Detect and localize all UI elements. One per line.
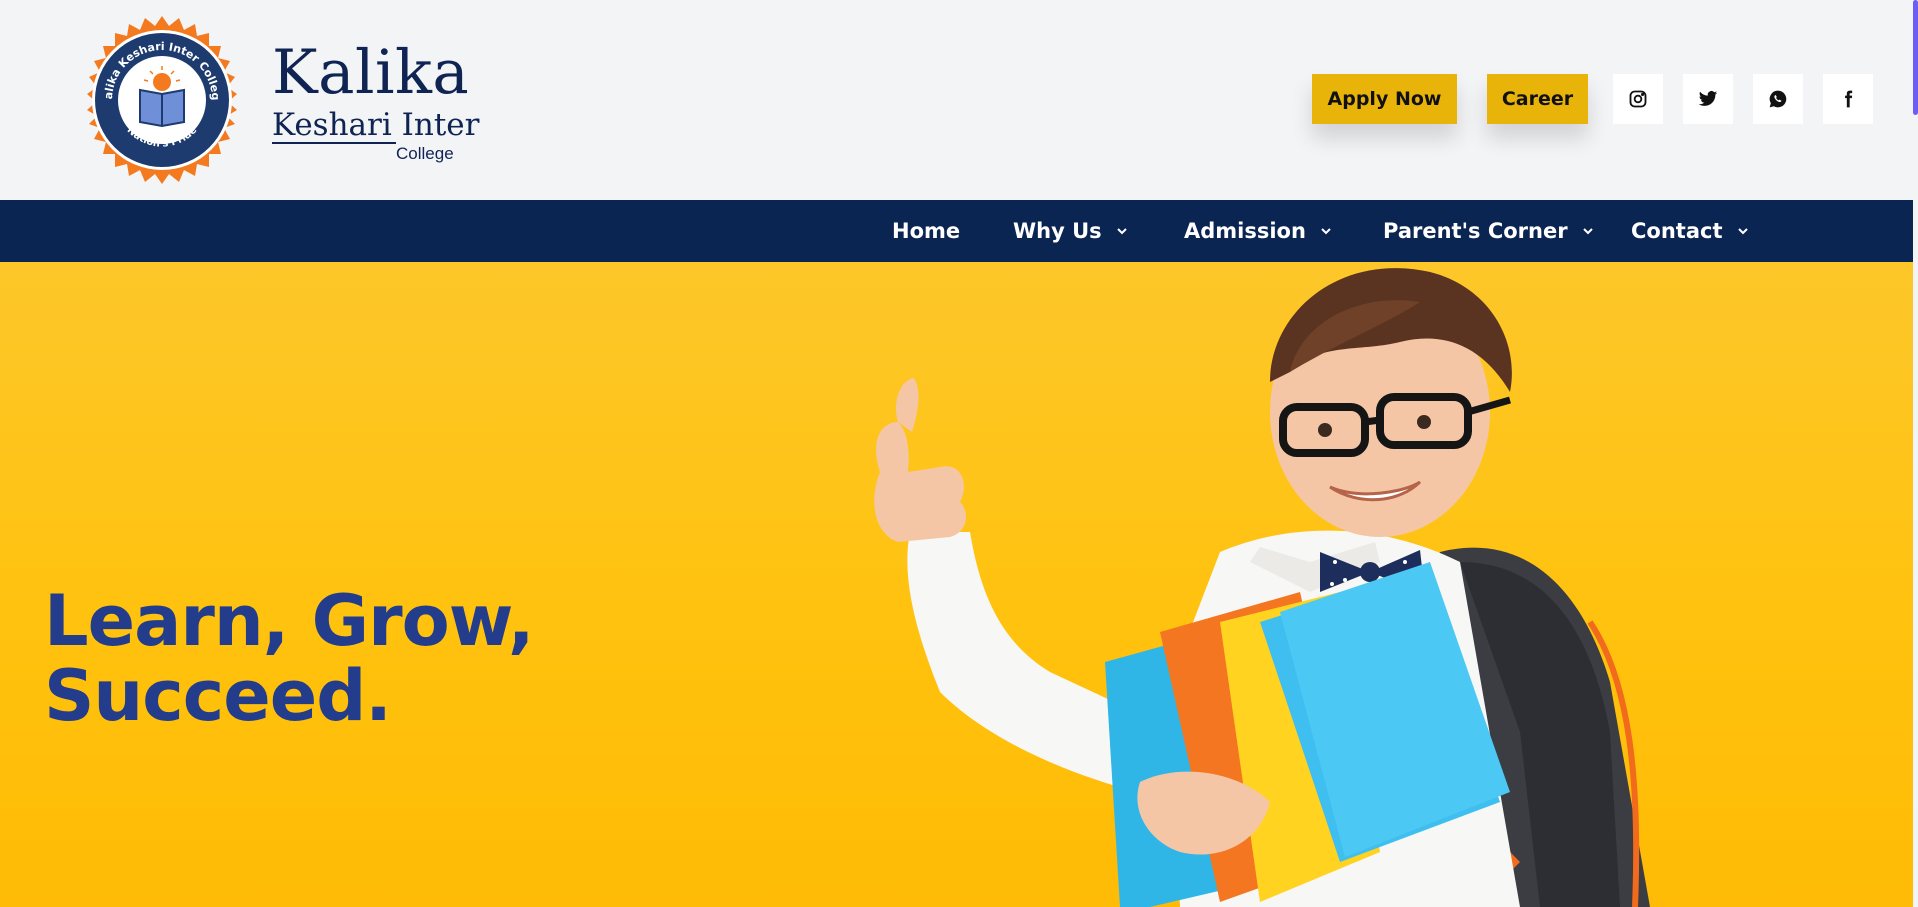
nav-item-home[interactable]: Home (892, 200, 960, 262)
facebook-link[interactable] (1823, 74, 1873, 124)
brand-line1: Kalika (272, 37, 470, 108)
nav-item-why-us[interactable]: Why Us (1013, 200, 1128, 262)
whatsapp-icon (1769, 90, 1787, 108)
nav-item-admission[interactable]: Admission (1184, 200, 1332, 262)
nav-item-label: Admission (1184, 219, 1306, 243)
hero-headline-line2: Succeed. (44, 655, 392, 737)
career-button[interactable]: Career (1487, 74, 1588, 124)
brand-name[interactable]: Kalika Keshari Inter College (272, 37, 480, 164)
hero-banner: Learn, Grow, Succeed. (0, 262, 1913, 907)
hero-student-image (874, 268, 1650, 907)
twitter-link[interactable] (1683, 74, 1733, 124)
chevron-down-icon (1737, 228, 1748, 235)
hero-headline: Learn, Grow, Succeed. (44, 580, 534, 737)
nav-item-contact[interactable]: Contact (1631, 200, 1749, 262)
nav-item-label: Parent's Corner (1383, 219, 1568, 243)
instagram-link[interactable] (1613, 74, 1663, 124)
chevron-down-icon (1116, 228, 1127, 235)
nav-item-label: Why Us (1013, 219, 1102, 243)
twitter-icon (1698, 91, 1718, 106)
nav-item-label: Contact (1631, 219, 1723, 243)
brand-line3: College (396, 144, 454, 163)
nav-item-parents-corner[interactable]: Parent's Corner (1383, 200, 1594, 262)
apply-now-button[interactable]: Apply Now (1312, 74, 1457, 124)
chevron-down-icon (1321, 228, 1331, 235)
brand-line2: Keshari Inter (272, 107, 480, 144)
facebook-icon (1845, 90, 1853, 108)
nav-item-label: Home (892, 219, 961, 243)
chevron-down-icon (1582, 228, 1593, 235)
college-seal-logo[interactable]: Kalika Keshari Inter College Nation's Pr… (78, 16, 246, 184)
instagram-icon (1629, 90, 1647, 108)
hero-headline-line1: Learn, Grow, (44, 580, 534, 662)
page-scrollbar[interactable] (1913, 0, 1918, 115)
main-nav: Home Why Us Admission Parent's Corner Co… (0, 200, 1913, 262)
site-header: Kalika Keshari Inter College Nation's Pr… (0, 0, 1913, 200)
whatsapp-link[interactable] (1753, 74, 1803, 124)
